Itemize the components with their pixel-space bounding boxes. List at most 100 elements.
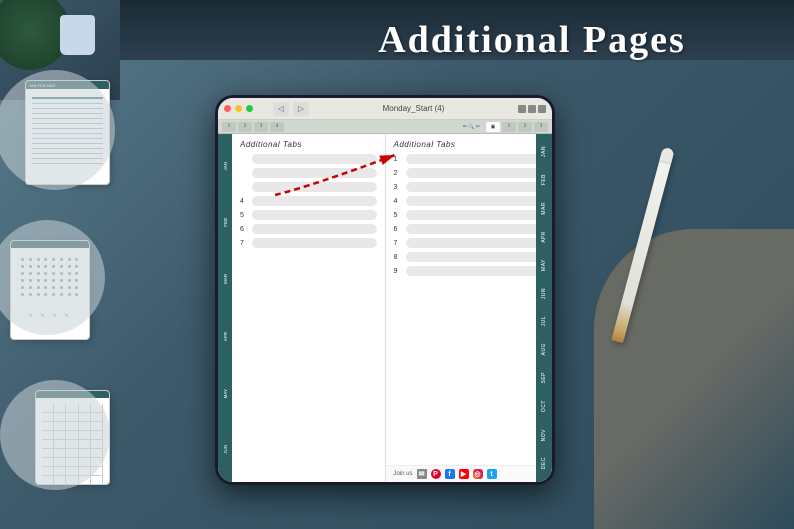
email-icon[interactable]: ✉ xyxy=(417,469,427,479)
page-title: Additional Pages xyxy=(270,18,794,62)
tab-2[interactable]: 2 xyxy=(238,122,252,132)
toolbar-actions xyxy=(518,105,546,113)
toolbar-back[interactable]: ◁ xyxy=(273,102,289,116)
left-page-content: Additional Tabs xyxy=(232,134,385,482)
instagram-icon[interactable]: ◎ xyxy=(473,469,483,479)
month-feb: FEB xyxy=(223,218,228,227)
content-line xyxy=(32,163,103,164)
tab-5[interactable]: 1 xyxy=(502,122,516,132)
tab-input[interactable] xyxy=(406,196,545,206)
month-jan: JAN xyxy=(541,146,547,157)
month-aug: AUG xyxy=(541,343,547,355)
join-us-label: Join us xyxy=(394,471,413,477)
tab-input[interactable] xyxy=(252,154,377,164)
pages-stack: JAN FEB MAR xyxy=(5,80,205,520)
pinterest-icon[interactable]: P xyxy=(431,469,441,479)
month-jan: JAN xyxy=(223,162,228,171)
month-dec: DEC xyxy=(541,457,547,469)
header-line xyxy=(32,97,103,99)
tab-num: 8 xyxy=(394,254,402,261)
left-tab-row-blank3 xyxy=(240,182,377,192)
tablet-device: ◁ ▷ Monday_Start (4) 1 2 3 4 ✏ 🔍 ✂ ▣ 1 2… xyxy=(215,95,555,485)
toolbar-close[interactable] xyxy=(224,105,231,112)
left-tab-row-5: 5 xyxy=(240,210,377,220)
month-may: MAY xyxy=(223,389,228,398)
tab-input[interactable] xyxy=(252,168,377,178)
tab-input[interactable] xyxy=(252,182,377,192)
dots-page-mock: • • • • xyxy=(10,240,90,340)
tab-num: 6 xyxy=(394,226,402,233)
month-mar: MAR xyxy=(541,202,547,215)
right-tab-row-4: 4 xyxy=(394,196,545,206)
right-tab-row-7: 7 xyxy=(394,238,545,248)
toolbar-maximize[interactable] xyxy=(246,105,253,112)
tablet-toolbar: ◁ ▷ Monday_Start (4) xyxy=(218,98,552,120)
content-line xyxy=(32,118,103,119)
tab-7[interactable]: 3 xyxy=(534,122,548,132)
tab-input[interactable] xyxy=(406,182,545,192)
content-line xyxy=(32,128,103,129)
right-tab-rows: 1 2 3 4 xyxy=(386,152,553,465)
tab-input[interactable] xyxy=(252,210,377,220)
tab-input[interactable] xyxy=(406,154,545,164)
tab-num: 7 xyxy=(240,240,248,247)
toolbar-icon-3[interactable] xyxy=(538,105,546,113)
tab-num: 4 xyxy=(240,198,248,205)
right-tab-row-5: 5 xyxy=(394,210,545,220)
tab-input[interactable] xyxy=(406,238,545,248)
content-line xyxy=(32,113,103,114)
toolbar-forward[interactable]: ▷ xyxy=(293,102,309,116)
content-line xyxy=(32,133,103,134)
content-line xyxy=(32,108,103,109)
toolbar-title: Monday_Start (4) xyxy=(313,104,514,113)
lined-content xyxy=(26,89,109,172)
left-tab-row-7: 7 xyxy=(240,238,377,248)
left-tab-row-blank2 xyxy=(240,168,377,178)
month-apr: APR xyxy=(223,332,228,341)
tab-3[interactable]: 3 xyxy=(254,122,268,132)
right-tab-row-2: 2 xyxy=(394,168,545,178)
tab-input[interactable] xyxy=(406,224,545,234)
tab-input[interactable] xyxy=(406,266,545,276)
youtube-icon[interactable]: ▶ xyxy=(459,469,469,479)
tab-4[interactable]: 4 xyxy=(270,122,284,132)
content-line xyxy=(32,103,103,104)
dots-content xyxy=(11,248,89,306)
left-month-sidebar: JAN FEB MAR APR MAY JUN xyxy=(218,134,232,482)
toolbar-icon-1[interactable] xyxy=(518,105,526,113)
content-line xyxy=(32,158,103,159)
right-tab-row-6: 6 xyxy=(394,224,545,234)
tab-input[interactable] xyxy=(252,238,377,248)
month-jun: JUN xyxy=(541,288,547,299)
month-oct: OCT xyxy=(541,400,547,412)
page-tabs-strip: 1 2 3 4 ✏ 🔍 ✂ ▣ 1 2 3 xyxy=(218,120,552,134)
hand-area xyxy=(594,229,794,529)
right-tab-row-1: 1 xyxy=(394,154,545,164)
content-line xyxy=(32,143,103,144)
tab-6[interactable]: 2 xyxy=(518,122,532,132)
right-page-content: Additional Tabs 1 2 3 xyxy=(386,134,553,482)
month-apr: APR xyxy=(541,231,547,243)
tab-input[interactable] xyxy=(406,252,545,262)
tab-num: 9 xyxy=(394,268,402,275)
tab-num: 6 xyxy=(240,226,248,233)
left-tab-row-blank1 xyxy=(240,154,377,164)
tab-input[interactable] xyxy=(406,168,545,178)
twitter-icon[interactable]: t xyxy=(487,469,497,479)
lined-page-mock: JAN FEB MAR xyxy=(25,80,110,185)
tab-input[interactable] xyxy=(252,224,377,234)
right-tab-row-3: 3 xyxy=(394,182,545,192)
tab-1[interactable]: 1 xyxy=(222,122,236,132)
tab-input[interactable] xyxy=(406,210,545,220)
facebook-icon[interactable]: f xyxy=(445,469,455,479)
content-line xyxy=(32,123,103,124)
tab-input[interactable] xyxy=(252,196,377,206)
month-jun: JUN xyxy=(223,445,228,454)
toolbar-minimize[interactable] xyxy=(235,105,242,112)
toolbar-icon-2[interactable] xyxy=(528,105,536,113)
tab-active[interactable]: ▣ xyxy=(486,122,500,132)
right-tab-row-8: 8 xyxy=(394,252,545,262)
left-page: JAN FEB MAR APR MAY JUN Additional Tabs xyxy=(218,134,386,482)
left-tab-row-6: 6 xyxy=(240,224,377,234)
tab-tools: ✏ 🔍 ✂ xyxy=(463,124,480,130)
